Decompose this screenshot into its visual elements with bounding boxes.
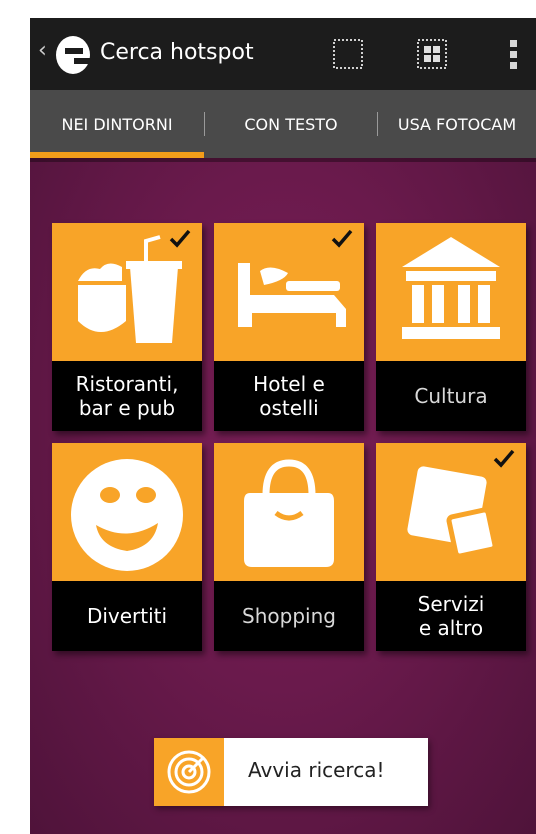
tile-image [376, 443, 526, 581]
shopping-bag-icon [244, 459, 334, 567]
app-screen: ‹ Cerca hotspot NEI DINTORNI CON TESTO U… [30, 18, 536, 834]
tile-image [52, 223, 202, 361]
category-label: Hotel e ostelli [214, 361, 364, 431]
e-logo-icon[interactable] [52, 30, 92, 78]
tab-bar: NEI DINTORNI CON TESTO USA FOTOCAM [30, 90, 536, 158]
start-search-button[interactable]: Avvia ricerca! [154, 738, 428, 806]
radar-icon [167, 750, 211, 794]
check-icon [331, 229, 353, 248]
check-icon [169, 229, 191, 248]
smiley-icon [71, 459, 183, 571]
category-tile-services[interactable]: Servizi e altro [376, 443, 526, 651]
tile-image [52, 443, 202, 581]
category-label: Cultura [376, 361, 526, 431]
tile-image [376, 223, 526, 361]
search-button-label: Avvia ricerca! [248, 758, 385, 782]
tab-con-testo[interactable]: CON TESTO [205, 90, 377, 158]
category-tile-restaurants[interactable]: Ristoranti, bar e pub [52, 223, 202, 431]
check-icon [493, 449, 515, 468]
grid-icon[interactable] [414, 36, 450, 72]
content-area: Ristoranti, bar e pub Hotel e ostelli Cu… [30, 158, 536, 834]
tile-image [214, 443, 364, 581]
search-button-icon-box [154, 738, 224, 806]
tab-shadow [30, 158, 536, 162]
category-tile-shopping[interactable]: Shopping [214, 443, 364, 651]
category-label: Divertiti [52, 581, 202, 651]
tab-nei-dintorni[interactable]: NEI DINTORNI [30, 90, 204, 158]
chevron-left-icon[interactable]: ‹ [38, 38, 47, 63]
category-tile-hotels[interactable]: Hotel e ostelli [214, 223, 364, 431]
category-label: Ristoranti, bar e pub [52, 361, 202, 431]
category-label: Shopping [214, 581, 364, 651]
tab-usa-fotocam[interactable]: USA FOTOCAM [378, 90, 536, 158]
category-tile-fun[interactable]: Divertiti [52, 443, 202, 651]
action-bar: ‹ Cerca hotspot [30, 18, 536, 90]
overflow-menu-icon[interactable] [496, 36, 532, 72]
tile-image [214, 223, 364, 361]
category-tile-culture[interactable]: Cultura [376, 223, 526, 431]
app-title: Cerca hotspot [100, 40, 254, 65]
category-label: Servizi e altro [376, 581, 526, 651]
museum-icon [402, 237, 500, 339]
select-area-icon[interactable] [330, 36, 366, 72]
